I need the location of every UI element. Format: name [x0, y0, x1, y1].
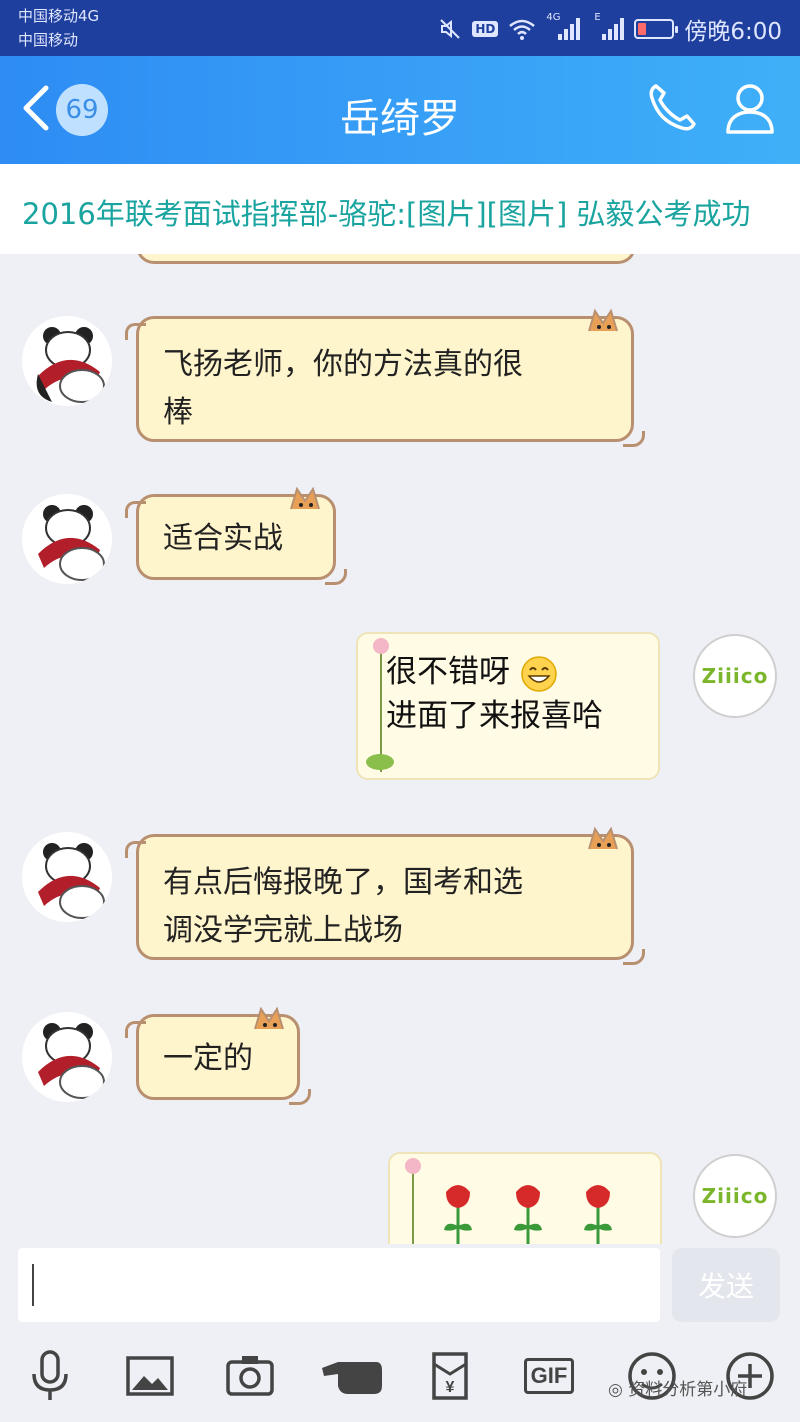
text-caret — [32, 1264, 34, 1306]
message-list[interactable]: 飞扬老师，你的方法真的很 棒 适合实战 很不错呀 进面了来报喜哈 Ziiico … — [0, 254, 800, 1244]
message-text-line: 很不错呀 — [386, 654, 510, 690]
message-bubble[interactable]: 适合实战 — [125, 486, 347, 585]
message-text: 飞扬老师，你的方法真的很 — [163, 347, 523, 382]
pinned-message-text: 2016年联考面试指挥部-骆驼:[图片][图片] 弘毅公考成功 — [22, 197, 751, 231]
signal-icon-2: E — [590, 12, 625, 42]
message-text: 调没学完就上战场 — [163, 913, 403, 948]
person-icon — [726, 84, 774, 134]
rose-icon — [584, 1185, 612, 1244]
message-text: 很不错呀 — [386, 650, 634, 694]
watermark: ◎ 资料分析第小府 — [608, 1375, 747, 1400]
message-bubble[interactable]: 一定的 — [125, 1006, 311, 1105]
message-text: 适合实战 — [163, 521, 283, 556]
battery-icon — [634, 19, 679, 39]
watermark-text: 资料分析第小府 — [628, 1380, 748, 1400]
message-bubble[interactable] — [388, 1152, 662, 1244]
message-text: 进面了来报喜哈 — [386, 698, 603, 734]
cat-decoration-icon — [254, 1006, 284, 1030]
wechat-logo-icon: ◎ — [608, 1380, 629, 1400]
carrier-secondary: 中国移动 — [18, 31, 79, 49]
input-bar: 发送 — [0, 1244, 800, 1326]
avatar[interactable] — [22, 316, 112, 406]
lotus-decoration-icon — [366, 638, 394, 772]
gif-label: GIF — [523, 1358, 575, 1394]
message-input[interactable] — [18, 1248, 660, 1322]
send-button[interactable]: 发送 — [672, 1248, 780, 1322]
profile-button[interactable] — [720, 78, 780, 138]
bubble-tail — [325, 569, 347, 585]
bubble-tail — [289, 1089, 311, 1105]
red-packet-icon[interactable]: ¥ — [420, 1346, 480, 1406]
image-icon[interactable] — [120, 1346, 180, 1406]
call-button[interactable] — [642, 78, 702, 138]
message-text: 棒 — [163, 395, 193, 430]
carrier-primary: 中国移动4G — [18, 7, 100, 25]
panda-avatar-icon — [22, 1012, 112, 1102]
camera-icon[interactable] — [220, 1346, 280, 1406]
my-avatar-text: Ziiico — [701, 664, 769, 688]
message-bubble[interactable]: 有点后悔报晚了，国考和选 调没学完就上战场 — [125, 826, 645, 965]
mute-icon — [440, 19, 461, 39]
clock: 傍晚6:00 — [684, 19, 782, 45]
bubble-tail — [623, 431, 645, 447]
rose-icon — [444, 1185, 472, 1244]
my-avatar[interactable]: Ziiico — [693, 1154, 777, 1238]
panda-avatar-icon — [22, 494, 112, 584]
status-bar: 中国移动4G 中国移动 HD 4G E 傍晚6:00 — [0, 0, 800, 56]
cat-decoration-icon — [290, 486, 320, 510]
pinned-message-bar[interactable]: 2016年联考面试指挥部-骆驼:[图片][图片] 弘毅公考成功 — [0, 164, 800, 254]
panda-avatar-icon — [22, 832, 112, 922]
avatar[interactable] — [22, 832, 112, 922]
message-text: 有点后悔报晚了，国考和选 — [163, 865, 523, 900]
svg-text:¥: ¥ — [446, 1379, 455, 1396]
message-bubble[interactable]: 很不错呀 进面了来报喜哈 — [356, 632, 660, 780]
gif-icon[interactable]: GIF — [518, 1346, 580, 1406]
status-icons: HD 4G E 傍晚6:00 — [438, 12, 782, 46]
hand-icon[interactable] — [318, 1346, 384, 1406]
rose-icon — [514, 1185, 542, 1244]
cat-decoration-icon — [588, 826, 618, 850]
message-text: 一定的 — [163, 1041, 253, 1076]
lotus-decoration-icon — [405, 1158, 421, 1244]
cat-decoration-icon — [588, 308, 618, 332]
hd-badge: HD — [472, 21, 499, 37]
signal-label-1: 4G — [546, 12, 561, 23]
message-bubble[interactable]: 飞扬老师，你的方法真的很 棒 — [125, 308, 645, 447]
input-toolbar: ¥ GIF — [0, 1326, 800, 1422]
avatar[interactable] — [22, 1012, 112, 1102]
chat-header: 69 岳绮罗 — [0, 56, 800, 164]
phone-icon — [649, 84, 696, 131]
signal-icon-1: 4G — [546, 12, 581, 42]
mic-icon[interactable] — [20, 1346, 80, 1406]
panda-avatar-icon — [22, 316, 112, 406]
signal-label-2: E — [594, 12, 601, 23]
wifi-icon — [509, 19, 536, 40]
grinning-face-icon — [521, 655, 557, 692]
avatar[interactable] — [22, 494, 112, 584]
partial-bubble-bottom — [136, 254, 636, 264]
my-avatar[interactable]: Ziiico — [693, 634, 777, 718]
my-avatar-text: Ziiico — [701, 1184, 769, 1208]
bubble-tail — [623, 949, 645, 965]
